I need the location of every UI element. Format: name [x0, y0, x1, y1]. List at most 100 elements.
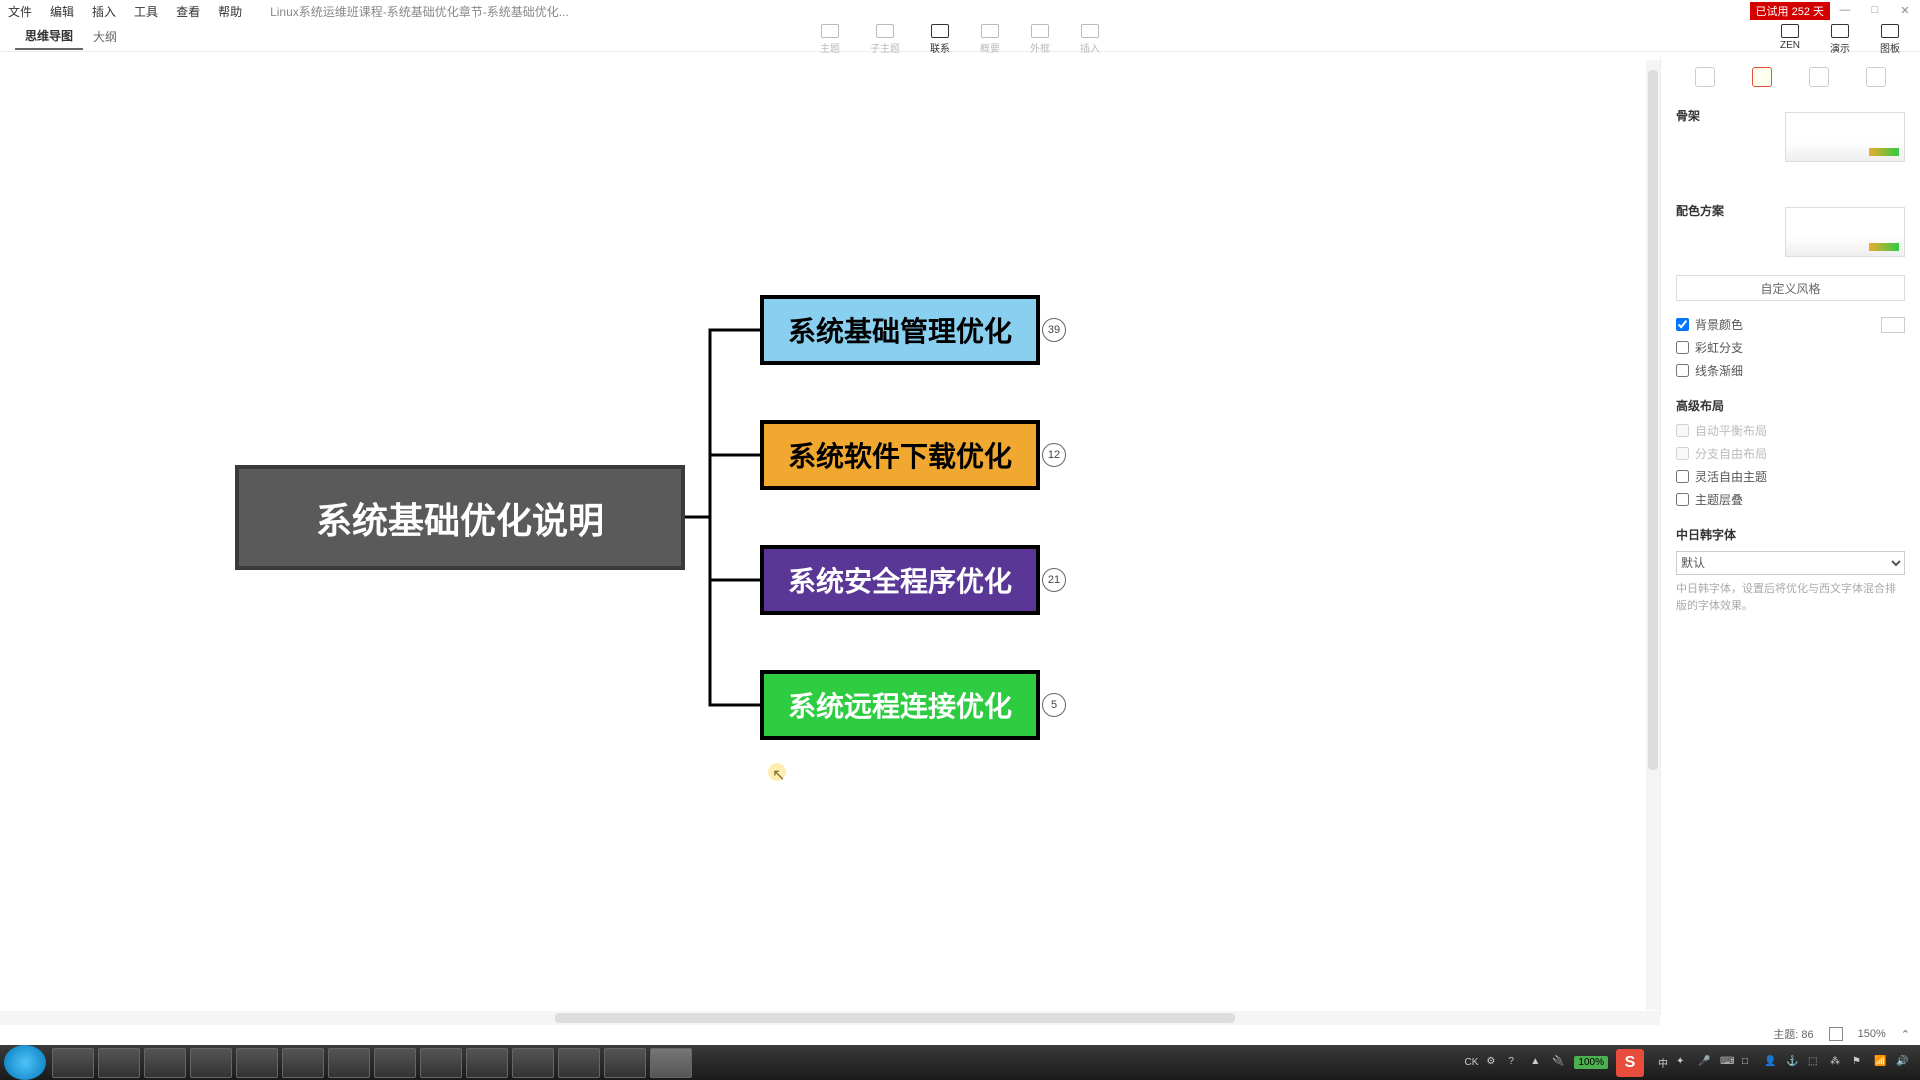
tool-present[interactable]: 演示 [1830, 24, 1850, 55]
tapered-option[interactable]: 线条渐细 [1676, 362, 1905, 379]
start-button[interactable] [4, 1045, 46, 1080]
cjkfont-label: 中日韩字体 [1676, 526, 1905, 543]
panel-tab-style-icon[interactable] [1695, 67, 1715, 87]
taskbar-item[interactable] [328, 1048, 370, 1078]
node-label: 系统基础管理优化 [788, 310, 1012, 350]
tray-icon[interactable]: ⚓ [1786, 1056, 1800, 1070]
mindmap-child-node[interactable]: 系统软件下载优化12 [760, 420, 1040, 490]
maximize-button[interactable]: □ [1860, 0, 1890, 20]
tray-wifi-icon[interactable]: 📶 [1874, 1056, 1888, 1070]
taskbar-item[interactable] [466, 1048, 508, 1078]
sogou-ime-icon[interactable]: S [1616, 1049, 1644, 1077]
taskbar-item[interactable] [98, 1048, 140, 1078]
tray-icon[interactable]: ▲ [1530, 1056, 1544, 1070]
colorscheme-preview[interactable] [1785, 207, 1905, 257]
vertical-scrollbar[interactable] [1646, 60, 1660, 1010]
tray-plug-icon[interactable]: 🔌 [1552, 1056, 1566, 1070]
taskbar-item-active[interactable] [650, 1048, 692, 1078]
tray-icon[interactable]: ⚑ [1852, 1056, 1866, 1070]
insert-icon [1081, 24, 1099, 38]
taskbar-item[interactable] [604, 1048, 646, 1078]
taskbar-item[interactable] [512, 1048, 554, 1078]
flextopic-label: 灵活自由主题 [1695, 468, 1767, 485]
tray-icon[interactable]: ✦ [1676, 1056, 1690, 1070]
collapse-badge[interactable]: 5 [1042, 693, 1066, 717]
taskbar-item[interactable] [144, 1048, 186, 1078]
taskbar-item[interactable] [236, 1048, 278, 1078]
tab-outline[interactable]: 大纲 [83, 24, 127, 49]
tool-zen[interactable]: ZEN [1780, 24, 1800, 55]
tool-relation[interactable]: 联系 [930, 24, 950, 55]
taskbar-item[interactable] [52, 1048, 94, 1078]
custom-style-button[interactable]: 自定义风格 [1676, 275, 1905, 301]
collapse-badge[interactable]: 39 [1042, 318, 1066, 342]
autobalance-checkbox [1676, 424, 1689, 437]
tray-bluetooth-icon[interactable]: ⁂ [1830, 1056, 1844, 1070]
panel-tab-format-icon[interactable] [1752, 67, 1772, 87]
tool-boundary[interactable]: 外框 [1030, 24, 1050, 55]
tray-icon[interactable]: ⌨ [1720, 1056, 1734, 1070]
flextopic-checkbox[interactable] [1676, 470, 1689, 483]
tool-map[interactable]: 图板 [1880, 24, 1900, 55]
tray-battery[interactable]: 100% [1574, 1056, 1608, 1069]
tool-insert[interactable]: 插入 [1080, 24, 1100, 55]
zoom-dropdown-icon[interactable]: ⌃ [1901, 1028, 1910, 1041]
mindmap-canvas[interactable]: 系统基础优化说明 系统基础管理优化39 系统软件下载优化12 系统安全程序优化2… [0, 55, 1660, 1015]
menu-view[interactable]: 查看 [176, 3, 200, 20]
rainbow-checkbox[interactable] [1676, 341, 1689, 354]
tray-icon[interactable]: 👤 [1764, 1056, 1778, 1070]
tray-ime[interactable]: 中 [1658, 1055, 1668, 1070]
mindmap-child-node[interactable]: 系统基础管理优化39 [760, 295, 1040, 365]
mindmap-root-node[interactable]: 系统基础优化说明 [235, 465, 685, 570]
overlap-option[interactable]: 主题层叠 [1676, 491, 1905, 508]
scrollbar-thumb[interactable] [1648, 70, 1658, 770]
tray-mic-icon[interactable]: 🎤 [1698, 1056, 1712, 1070]
collapse-badge[interactable]: 21 [1042, 568, 1066, 592]
minimize-button[interactable]: — [1830, 0, 1860, 20]
collapse-badge[interactable]: 12 [1042, 443, 1066, 467]
overlap-checkbox[interactable] [1676, 493, 1689, 506]
window-controls: — □ ✕ [1830, 0, 1920, 20]
panel-tab-notes-icon[interactable] [1866, 67, 1886, 87]
fit-icon[interactable] [1829, 1027, 1843, 1041]
bgcolor-swatch[interactable] [1881, 317, 1905, 333]
flextopic-option[interactable]: 灵活自由主题 [1676, 468, 1905, 485]
taskbar-item[interactable] [374, 1048, 416, 1078]
taskbar-item[interactable] [558, 1048, 600, 1078]
tray-icon[interactable]: ⚙ [1486, 1056, 1500, 1070]
mindmap-child-node[interactable]: 系统安全程序优化21 [760, 545, 1040, 615]
horizontal-scrollbar[interactable] [0, 1011, 1660, 1025]
menu-tools[interactable]: 工具 [134, 3, 158, 20]
toolbar-center: 主题 子主题 联系 概要 外框 插入 [820, 24, 1100, 55]
scrollbar-thumb[interactable] [555, 1013, 1235, 1023]
tray-volume-icon[interactable]: 🔊 [1896, 1056, 1910, 1070]
autobalance-label: 自动平衡布局 [1695, 422, 1767, 439]
menu-file[interactable]: 文件 [8, 3, 32, 20]
tray-icon[interactable]: □ [1742, 1056, 1756, 1070]
tab-mindmap[interactable]: 思维导图 [15, 23, 83, 50]
tray-icon[interactable]: ⬚ [1808, 1056, 1822, 1070]
tapered-checkbox[interactable] [1676, 364, 1689, 377]
skeleton-preview[interactable] [1785, 112, 1905, 162]
tray-icon[interactable]: ? [1508, 1056, 1522, 1070]
close-button[interactable]: ✕ [1890, 0, 1920, 20]
mindmap-child-node[interactable]: 系统远程连接优化5 [760, 670, 1040, 740]
cjkfont-select[interactable]: 默认 [1676, 551, 1905, 575]
menu-insert[interactable]: 插入 [92, 3, 116, 20]
bgcolor-checkbox[interactable] [1676, 318, 1689, 331]
taskbar-item[interactable] [282, 1048, 324, 1078]
taskbar-item[interactable] [420, 1048, 462, 1078]
menu-edit[interactable]: 编辑 [50, 3, 74, 20]
trial-badge[interactable]: 已试用 252 天 [1750, 2, 1830, 20]
tool-topic[interactable]: 主题 [820, 24, 840, 55]
zoom-level[interactable]: 150% [1858, 1028, 1886, 1040]
rainbow-option[interactable]: 彩虹分支 [1676, 339, 1905, 356]
tray-lang[interactable]: CK [1465, 1057, 1479, 1068]
taskbar-item[interactable] [190, 1048, 232, 1078]
tool-subtopic[interactable]: 子主题 [870, 24, 900, 55]
tool-summary[interactable]: 概要 [980, 24, 1000, 55]
mouse-cursor [772, 765, 786, 783]
panel-tab-info-icon[interactable] [1809, 67, 1829, 87]
menu-help[interactable]: 帮助 [218, 3, 242, 20]
bgcolor-option[interactable]: 背景颜色 [1676, 316, 1905, 333]
